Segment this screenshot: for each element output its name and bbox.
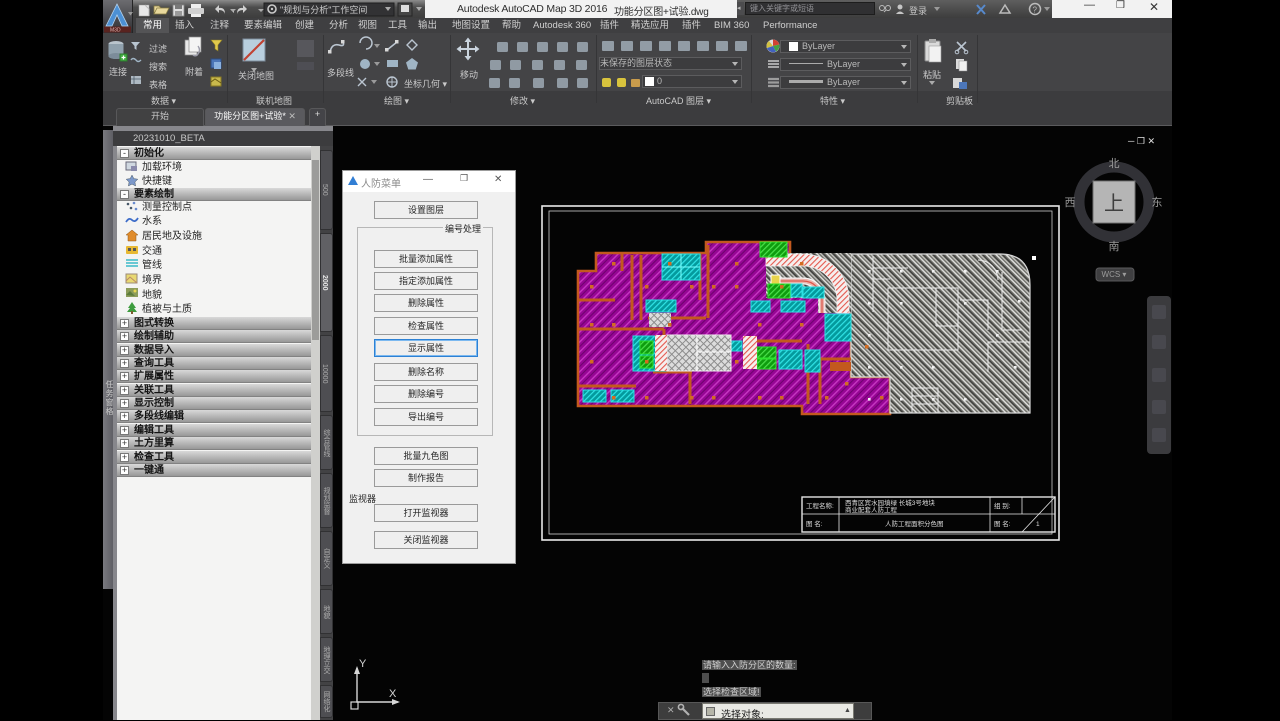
svg-text:1: 1 — [1036, 521, 1040, 528]
svg-text:X: X — [389, 688, 397, 700]
svg-text:北: 北 — [1109, 157, 1120, 170]
svg-text:商业配套人防工程: 商业配套人防工程 — [845, 505, 898, 514]
svg-text:上: 上 — [1104, 192, 1124, 215]
svg-text:图 名:: 图 名: — [994, 519, 1011, 528]
svg-text:WCS ▾: WCS ▾ — [1102, 270, 1127, 279]
svg-text:南: 南 — [1109, 240, 1120, 253]
svg-text:─ ❐ ✕: ─ ❐ ✕ — [1127, 136, 1155, 146]
svg-text:东: 东 — [1152, 196, 1163, 209]
svg-text:图 名:: 图 名: — [806, 519, 823, 528]
svg-text:人防工程面积分色图: 人防工程面积分色图 — [885, 519, 944, 528]
svg-text:西青区宾水园填绿 长城3号地块: 西青区宾水园填绿 长城3号地块 — [845, 498, 935, 507]
svg-text:工程名称:: 工程名称: — [806, 501, 834, 510]
svg-text:西: 西 — [1065, 197, 1076, 209]
svg-text:组 别:: 组 别: — [994, 501, 1011, 510]
svg-text:Y: Y — [359, 658, 367, 670]
